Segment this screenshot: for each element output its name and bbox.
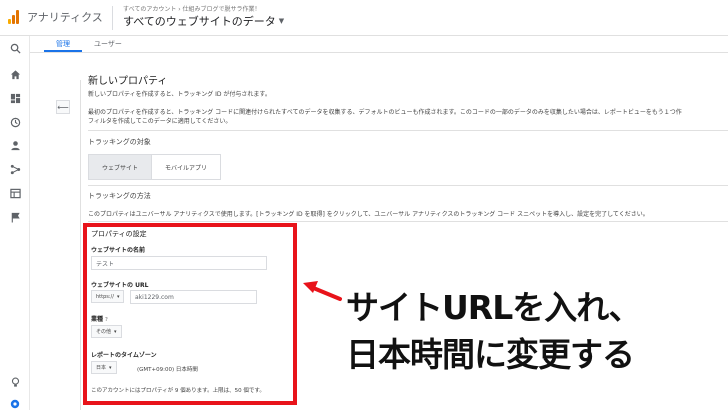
protocol-dropdown[interactable]: https:// ▾ [91,290,125,303]
home-icon[interactable] [9,68,21,80]
chevron-down-icon: ▾ [114,328,117,335]
country-value: 日本 [96,365,107,371]
annotation-line-1: サイトURLを入れ、 [346,288,642,327]
website-option[interactable]: ウェブサイト [89,155,153,179]
app-header: アナリティクス すべてのアカウント › 仕組みブログで脱サラ作業！ すべてのウェ… [0,0,728,36]
site-name-field[interactable]: テスト [91,256,267,270]
property-selector-label: すべてのウェブサイトのデータ [123,15,276,28]
annotation-line-2: 日本時間に変更する [346,335,635,374]
dashboard-icon[interactable] [9,92,21,104]
timezone-value[interactable]: (GMT+09:00) 日本時間 [137,365,198,373]
chevron-down-icon: ▾ [109,364,112,371]
site-name-value: テスト [96,260,115,268]
search-icon[interactable] [9,42,21,54]
behavior-icon[interactable] [9,187,21,199]
admin-tabs: 管理 ユーザー [44,36,134,52]
industry-label: 業種? [91,314,108,323]
description-line-1: 最初のプロパティを作成すると、トラッキング コードに関連付けられたすべてのデータ… [88,109,682,116]
tracking-target-label: トラッキングの対象 [88,138,151,146]
industry-dropdown[interactable]: その他 ▾ [91,325,122,338]
acquisition-icon[interactable] [9,163,21,175]
content-column-line [80,80,81,410]
section-divider [88,130,728,131]
flag-icon[interactable] [9,211,21,223]
site-url-field[interactable]: aki1229.com [130,290,257,304]
clock-icon[interactable] [9,116,21,128]
site-name-label: ウェブサイトの名前 [91,247,146,254]
description-line-2: フィルタを作成してこのデータに適用してください。 [88,118,232,125]
tab-admin[interactable]: 管理 [44,36,82,52]
tabs-divider [30,52,728,53]
section-divider [88,185,728,186]
protocol-value: https:// [96,293,114,300]
section-divider [88,221,728,222]
back-arrow-icon[interactable]: ⟵ [56,100,70,114]
property-settings-panel: プロパティの設定 ウェブサイトの名前 テスト ウェブサイトの URL https… [83,223,297,405]
property-selector[interactable]: すべてのウェブサイトのデータ ▼ [123,13,284,29]
person-icon[interactable] [9,139,21,151]
settings-title: プロパティの設定 [91,230,147,238]
gear-icon[interactable] [9,398,21,410]
breadcrumb[interactable]: すべてのアカウント › 仕組みブログで脱サラ作業！ [123,4,261,13]
lightbulb-icon[interactable] [9,376,21,388]
chevron-down-icon: ▾ [116,293,120,300]
page-title: 新しいプロパティ [88,76,168,87]
mobile-app-option[interactable]: モバイルアプリ [152,155,221,179]
header-divider [112,6,113,30]
site-url-label: ウェブサイトの URL [91,282,149,289]
country-dropdown[interactable]: 日本 ▾ [91,361,117,374]
site-url-value: aki1229.com [135,293,174,301]
help-icon[interactable]: ? [105,317,108,323]
chevron-down-icon: ▼ [278,17,285,25]
tab-user[interactable]: ユーザー [82,36,134,52]
intro-text: 新しいプロパティを作成すると、トラッキング ID が付与されます。 [88,91,271,98]
property-quota-text: このアカウントにはプロパティが 9 個あります。上限は、50 個です。 [91,388,265,394]
app-title: アナリティクス [27,11,103,24]
industry-value: その他 [96,329,112,335]
analytics-logo-icon[interactable] [8,10,20,24]
left-rail [0,36,30,410]
tracking-method-text: このプロパティはユニバーサル アナリティクスで使用します。[トラッキング ID … [88,211,649,218]
tracking-target-toggle: ウェブサイト モバイルアプリ [88,154,222,180]
tracking-method-label: トラッキングの方法 [88,192,151,200]
industry-label-text: 業種 [91,316,104,323]
timezone-label: レポートのタイムゾーン [91,352,157,359]
